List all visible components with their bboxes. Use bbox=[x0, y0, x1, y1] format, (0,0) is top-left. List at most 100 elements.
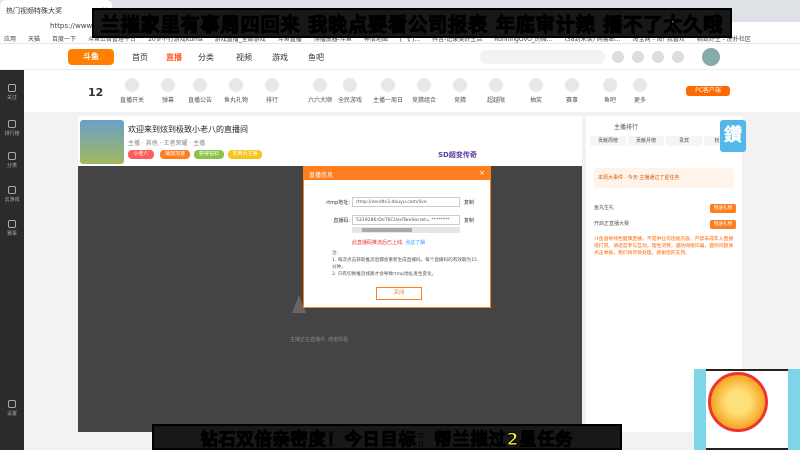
category-item[interactable]: 赛事 bbox=[552, 78, 592, 104]
category-count: 12 bbox=[88, 86, 104, 99]
close-icon[interactable]: × bbox=[479, 169, 485, 177]
site-header: 斗鱼 首页 直播 分类 视频 游戏 鱼吧 bbox=[0, 44, 800, 70]
category-label: 赛事 bbox=[565, 97, 578, 104]
scrollbar-thumb[interactable] bbox=[362, 228, 412, 232]
sidebar-item-category[interactable]: 分类 bbox=[0, 152, 24, 169]
category-item[interactable]: 超越限 bbox=[476, 78, 516, 104]
category-label: 超越限 bbox=[486, 97, 505, 104]
category-icon bbox=[161, 78, 175, 92]
category-item[interactable]: 抽奖 bbox=[516, 78, 556, 104]
category-label: 鱼吧 bbox=[603, 97, 616, 104]
category-label: 抽奖 bbox=[529, 97, 542, 104]
category-label: 直播公告 bbox=[187, 97, 212, 104]
message-icon[interactable] bbox=[652, 51, 664, 63]
category-item[interactable]: 全民游戏 bbox=[330, 78, 370, 104]
nav-live[interactable]: 直播 bbox=[166, 52, 182, 63]
cam-border-left bbox=[694, 369, 706, 450]
heart-icon bbox=[8, 84, 16, 92]
category-item[interactable]: 直播开关 bbox=[112, 78, 152, 104]
category-icon bbox=[229, 78, 243, 92]
rank-tabs: 贡献周榜 贡献月榜 贵宾 粉丝团 bbox=[590, 136, 740, 146]
dialog-title: 直播信息 bbox=[309, 172, 334, 179]
category-label: 弹幕 bbox=[161, 97, 174, 104]
warning-text: 此直播码推流后已上线, 点这了解 bbox=[352, 240, 426, 246]
grid-icon bbox=[8, 152, 16, 160]
url-text: https://www.T bbox=[50, 22, 99, 30]
mascot-image bbox=[708, 372, 768, 432]
sidebar-item-settings[interactable]: 设置 bbox=[0, 400, 24, 417]
field-scrollbar[interactable] bbox=[352, 227, 460, 233]
category-item[interactable]: 竞猜 bbox=[440, 78, 480, 104]
nav-category[interactable]: 分类 bbox=[198, 52, 214, 63]
badge-top[interactable]: 前两月主播 bbox=[228, 150, 262, 159]
nav-home[interactable]: 首页 bbox=[132, 52, 148, 63]
category-label: 更多 bbox=[633, 97, 646, 104]
category-label: 排行 bbox=[265, 97, 278, 104]
sidebar-item-follow[interactable]: 关注 bbox=[0, 84, 24, 101]
tab-week-rank[interactable]: 贡献周榜 bbox=[590, 136, 626, 146]
room-subtitle: 主播 · 其他 · 王者荣耀 · 主播 bbox=[128, 140, 206, 147]
bookmark-item[interactable]: 百度一下 bbox=[52, 34, 76, 43]
pc-client-button[interactable]: PC客户端 bbox=[686, 86, 730, 96]
tab-title: 热门视频特殊大奖 bbox=[6, 7, 62, 15]
nav-video[interactable]: 视频 bbox=[236, 52, 252, 63]
copy-rtmp-button[interactable]: 复制 bbox=[464, 199, 474, 206]
rtmp-address-field[interactable]: rtmp://sendtc3.douyu.com/live bbox=[352, 197, 460, 207]
category-icon bbox=[489, 78, 503, 92]
learn-more-link[interactable]: 点这了解 bbox=[405, 240, 425, 246]
room-title: 欢迎来到炫到极致小老八的直播间 bbox=[128, 125, 248, 134]
stream-key-field[interactable]: 5319286rDeT6CUedTwoSecret= ******** bbox=[352, 215, 460, 225]
category-label: 六六大顺 bbox=[307, 97, 332, 104]
tab-month-rank[interactable]: 贡献月榜 bbox=[628, 136, 664, 146]
tab-vip[interactable]: 贵宾 bbox=[666, 136, 702, 146]
gift-button[interactable]: 赠送礼物 bbox=[710, 220, 736, 229]
history-icon[interactable] bbox=[612, 51, 624, 63]
category-item[interactable]: 更多 bbox=[620, 78, 660, 104]
nav-forum[interactable]: 鱼吧 bbox=[308, 52, 324, 63]
sidebar-item-rank[interactable]: 排行榜 bbox=[0, 120, 24, 137]
badge-boost[interactable]: 播放加速 bbox=[160, 150, 190, 159]
category-item[interactable]: 竞猜组合 bbox=[404, 78, 444, 104]
avatar[interactable] bbox=[702, 48, 720, 66]
bottom-overlay-banner: 钻石双倍亲密度！今日目标：帮兰摧过2星任务 bbox=[152, 424, 622, 450]
site-logo[interactable]: 斗鱼 bbox=[68, 49, 114, 65]
sidebar-item-events[interactable]: 赛事 bbox=[0, 220, 24, 237]
close-button[interactable]: 关闭 bbox=[376, 287, 422, 300]
trophy-icon bbox=[8, 220, 16, 228]
bookmark-item[interactable]: 应用 bbox=[4, 34, 16, 43]
download-icon[interactable] bbox=[672, 51, 684, 63]
streamer-avatar[interactable] bbox=[80, 120, 124, 164]
notice-text: 斗鱼倡导绿色健康直播，不提供任何违规内容。严禁未成年人直播或打赏。请适度参与互动… bbox=[594, 237, 734, 256]
category-label: 鱼丸礼物 bbox=[223, 97, 248, 104]
category-item[interactable]: 鱼丸礼物 bbox=[216, 78, 256, 104]
category-label: 竞猜组合 bbox=[411, 97, 436, 104]
dialog-notes: 注: 1. 每次点击获取推流后都会重新生成直播码，每个直播码的有效期为15分钟。… bbox=[332, 251, 477, 277]
gift-button[interactable]: 赠送礼物 bbox=[710, 204, 736, 213]
gear-icon bbox=[8, 400, 16, 408]
key-label: 直播码: bbox=[333, 218, 350, 224]
category-icon bbox=[565, 78, 579, 92]
copy-key-button[interactable]: 复制 bbox=[464, 217, 474, 224]
player-caption: 主播正在直播中, 感谢观看 bbox=[290, 337, 349, 343]
rank-icon bbox=[8, 120, 16, 128]
panel-header: 主播排行 bbox=[614, 124, 639, 131]
category-icon bbox=[193, 78, 207, 92]
follow-icon[interactable] bbox=[632, 51, 644, 63]
category-item[interactable]: 排行 bbox=[252, 78, 292, 104]
gift-art: 鑽 bbox=[720, 120, 746, 152]
category-item[interactable]: 直播公告 bbox=[180, 78, 220, 104]
category-item[interactable]: 主播一周日 bbox=[368, 78, 408, 104]
top-banner-text: 兰摧家里有事周四回来 我晚点要看公司报表 年底审计辣 播不了太久哦 bbox=[100, 13, 724, 36]
category-label: 主播一周日 bbox=[372, 97, 403, 104]
search-input[interactable] bbox=[480, 50, 605, 64]
bottom-banner-text: 钻石双倍亲密度！今日目标：帮兰摧过2星任务 bbox=[200, 429, 574, 450]
sidebar-item-cloud-game[interactable]: 云游戏 bbox=[0, 186, 24, 203]
dialog-header: 直播信息 × bbox=[304, 167, 490, 180]
cam-border-right bbox=[788, 369, 800, 450]
badge-diamond[interactable]: 获得钻石 bbox=[194, 150, 224, 159]
badge-streamer[interactable]: 小老八 bbox=[128, 150, 154, 159]
category-label: 直播开关 bbox=[119, 97, 144, 104]
bookmark-item[interactable]: 天猫 bbox=[28, 34, 40, 43]
event-box[interactable]: 本周大事件 · 今天·主播通过了星任务 bbox=[594, 168, 734, 188]
nav-game[interactable]: 游戏 bbox=[272, 52, 288, 63]
